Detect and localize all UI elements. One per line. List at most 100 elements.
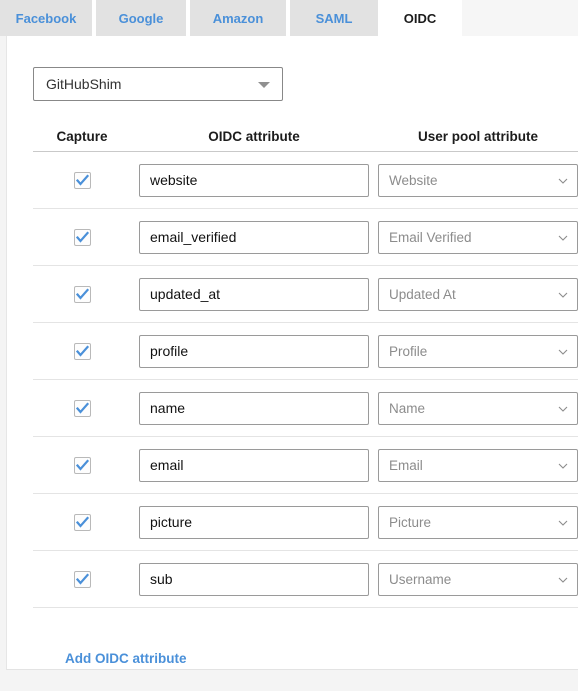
tab-google[interactable]: Google xyxy=(96,0,186,36)
chevron-down-icon xyxy=(558,292,568,298)
chevron-down-icon xyxy=(558,577,568,583)
user-pool-attribute-select[interactable]: Profile xyxy=(378,334,578,368)
capture-checkbox[interactable] xyxy=(73,399,91,417)
column-header-capture: Capture xyxy=(56,128,108,144)
capture-checkbox[interactable] xyxy=(73,456,91,474)
chevron-down-icon xyxy=(558,406,568,412)
capture-cell xyxy=(33,399,131,417)
user-pool-attribute-cell: Website xyxy=(377,163,578,197)
table-row: sub Username xyxy=(33,551,578,608)
checkmark-icon xyxy=(75,173,89,186)
table-header-row: Capture OIDC attribute User pool attribu… xyxy=(33,121,578,152)
capture-checkbox[interactable] xyxy=(73,342,91,360)
oidc-attribute-input[interactable]: name xyxy=(139,391,369,425)
tab-saml[interactable]: SAML xyxy=(290,0,378,36)
checkmark-icon xyxy=(75,458,89,471)
oidc-attribute-input[interactable]: updated_at xyxy=(139,277,369,311)
user-pool-attribute-cell: Name xyxy=(377,391,578,425)
chevron-down-icon xyxy=(558,463,568,469)
oidc-panel: GitHubShim Capture OIDC attribute User p… xyxy=(6,36,578,670)
capture-checkbox[interactable] xyxy=(73,171,91,189)
tab-saml-label: SAML xyxy=(315,10,353,26)
checkmark-icon xyxy=(75,572,89,585)
oidc-attribute-cell: email xyxy=(131,448,377,482)
table-row: email_verified Email Verified xyxy=(33,209,578,266)
user-pool-attribute-cell: Profile xyxy=(377,334,578,368)
oidc-attribute-cell: sub xyxy=(131,562,377,596)
tab-google-label: Google xyxy=(118,10,164,26)
user-pool-attribute-select[interactable]: Picture xyxy=(378,505,578,539)
provider-select-value: GitHubShim xyxy=(46,76,122,92)
tab-facebook[interactable]: Facebook xyxy=(0,0,92,36)
capture-checkbox[interactable] xyxy=(73,228,91,246)
table-row: profile Profile xyxy=(33,323,578,380)
capture-cell xyxy=(33,285,131,303)
oidc-attribute-input[interactable]: sub xyxy=(139,562,369,596)
capture-cell xyxy=(33,456,131,474)
user-pool-attribute-select[interactable]: Website xyxy=(378,163,578,197)
capture-cell xyxy=(33,513,131,531)
identity-provider-tabs: Facebook Google Amazon SAML OIDC xyxy=(0,0,578,36)
column-header-user-pool-attribute: User pool attribute xyxy=(417,128,538,144)
checkmark-icon xyxy=(75,287,89,300)
tab-oidc[interactable]: OIDC xyxy=(382,0,458,36)
attribute-mapping-table: Capture OIDC attribute User pool attribu… xyxy=(33,121,578,608)
add-oidc-attribute-link[interactable]: Add OIDC attribute xyxy=(65,651,187,666)
checkmark-icon xyxy=(75,230,89,243)
oidc-attribute-mapping-page: Facebook Google Amazon SAML OIDC GitHubS… xyxy=(0,0,578,691)
user-pool-attribute-value: Email xyxy=(389,457,423,473)
checkmark-icon xyxy=(75,401,89,414)
table-row: email Email xyxy=(33,437,578,494)
user-pool-attribute-cell: Email Verified xyxy=(377,220,578,254)
table-row: updated_at Updated At xyxy=(33,266,578,323)
user-pool-attribute-value: Picture xyxy=(389,514,432,530)
capture-cell xyxy=(33,171,131,189)
chevron-down-icon xyxy=(258,82,270,88)
capture-cell xyxy=(33,342,131,360)
oidc-attribute-input[interactable]: email xyxy=(139,448,369,482)
capture-checkbox[interactable] xyxy=(73,570,91,588)
oidc-attribute-input[interactable]: picture xyxy=(139,505,369,539)
oidc-attribute-cell: website xyxy=(131,163,377,197)
table-row: name Name xyxy=(33,380,578,437)
provider-select[interactable]: GitHubShim xyxy=(33,67,283,101)
user-pool-attribute-select[interactable]: Username xyxy=(378,562,578,596)
user-pool-attribute-select[interactable]: Email Verified xyxy=(378,220,578,254)
oidc-attribute-cell: updated_at xyxy=(131,277,377,311)
user-pool-attribute-cell: Updated At xyxy=(377,277,578,311)
user-pool-attribute-cell: Username xyxy=(377,562,578,596)
oidc-attribute-input[interactable]: email_verified xyxy=(139,220,369,254)
chevron-down-icon xyxy=(558,178,568,184)
table-row: picture Picture xyxy=(33,494,578,551)
table-row: website Website xyxy=(33,152,578,209)
chevron-down-icon xyxy=(558,349,568,355)
user-pool-attribute-value: Profile xyxy=(389,343,428,359)
oidc-attribute-cell: picture xyxy=(131,505,377,539)
chevron-down-icon xyxy=(558,235,568,241)
capture-cell xyxy=(33,570,131,588)
checkmark-icon xyxy=(75,515,89,528)
tab-facebook-label: Facebook xyxy=(15,10,77,26)
tab-amazon[interactable]: Amazon xyxy=(190,0,286,36)
user-pool-attribute-value: Website xyxy=(389,172,438,188)
oidc-attribute-input[interactable]: website xyxy=(139,163,369,197)
capture-cell xyxy=(33,228,131,246)
user-pool-attribute-value: Name xyxy=(389,400,426,416)
user-pool-attribute-select[interactable]: Name xyxy=(378,391,578,425)
column-header-oidc-attribute: OIDC attribute xyxy=(208,128,300,144)
user-pool-attribute-cell: Email xyxy=(377,448,578,482)
capture-checkbox[interactable] xyxy=(73,513,91,531)
oidc-attribute-input[interactable]: profile xyxy=(139,334,369,368)
user-pool-attribute-select[interactable]: Email xyxy=(378,448,578,482)
tab-amazon-label: Amazon xyxy=(212,10,264,26)
checkmark-icon xyxy=(75,344,89,357)
oidc-attribute-cell: name xyxy=(131,391,377,425)
tab-oidc-label: OIDC xyxy=(403,10,437,26)
user-pool-attribute-value: Username xyxy=(389,571,452,587)
oidc-attribute-cell: profile xyxy=(131,334,377,368)
tabstrip-filler xyxy=(462,0,578,36)
chevron-down-icon xyxy=(558,520,568,526)
user-pool-attribute-select[interactable]: Updated At xyxy=(378,277,578,311)
oidc-attribute-cell: email_verified xyxy=(131,220,377,254)
capture-checkbox[interactable] xyxy=(73,285,91,303)
